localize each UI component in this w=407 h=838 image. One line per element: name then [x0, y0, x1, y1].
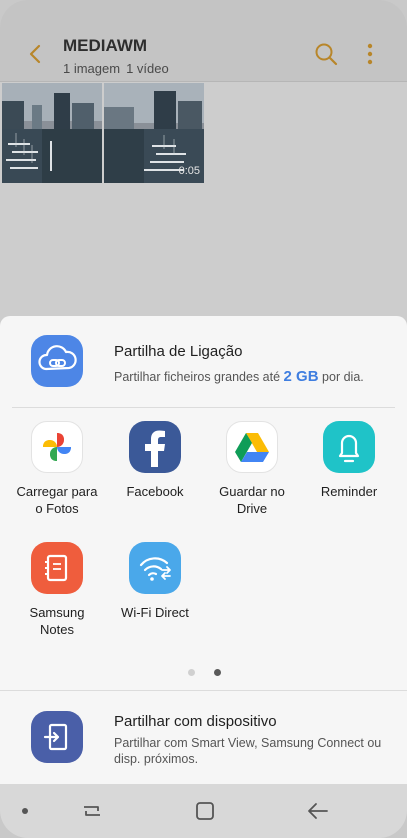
app-label: Carregar para o Fotos: [12, 483, 102, 517]
video-count: 1 vídeo: [126, 61, 169, 76]
chevron-left-icon: [29, 44, 41, 64]
device-share-icon: [31, 711, 83, 763]
back-button[interactable]: [22, 40, 50, 68]
nav-pin-dot[interactable]: [22, 808, 28, 814]
share-sheet: Partilha de Ligação Partilhar ficheiros …: [0, 316, 407, 784]
media-grid: 0:05: [2, 83, 204, 183]
link-share-size: 2 GB: [283, 368, 319, 385]
app-label-line1: Facebook: [126, 484, 184, 499]
app-label-line2: Notes: [40, 622, 74, 637]
reminder-bell-icon: [323, 421, 375, 473]
divider: [12, 407, 395, 408]
app-wifi-direct[interactable]: Wi-Fi Direct: [110, 542, 200, 621]
samsung-notes-icon: [31, 542, 83, 594]
app-bar: MEDIAWM 1 imagem 1 vídeo: [0, 0, 407, 82]
album-subtitle: 1 imagem 1 vídeo: [63, 61, 169, 76]
link-share-desc-prefix: Partilhar ficheiros grandes até: [114, 370, 281, 384]
app-reminder[interactable]: Reminder: [304, 421, 394, 500]
app-label-line1: Guardar no: [219, 484, 285, 499]
image-thumbnail[interactable]: [2, 83, 102, 183]
app-label-line1: Carregar para: [16, 484, 98, 499]
device-share-title: Partilhar com dispositivo: [114, 713, 277, 730]
video-duration: 0:05: [178, 165, 200, 177]
app-label: Reminder: [304, 483, 394, 500]
link-share-desc-suffix: por dia.: [322, 370, 364, 384]
search-icon: [315, 43, 338, 66]
facebook-icon: [129, 421, 181, 473]
page-indicator: [188, 669, 221, 676]
app-label: Guardar no Drive: [207, 483, 297, 517]
recent-apps-icon: [84, 806, 100, 816]
app-label-line2: o Fotos: [35, 501, 79, 516]
marina-photo: [2, 83, 102, 183]
page-dot-active[interactable]: [214, 669, 221, 676]
nav-back-button[interactable]: [306, 799, 330, 823]
image-count: 1 imagem: [63, 61, 121, 76]
video-thumbnail[interactable]: 0:05: [104, 83, 204, 183]
app-google-photos[interactable]: Carregar para o Fotos: [12, 421, 102, 517]
google-photos-icon: [31, 421, 83, 473]
search-button[interactable]: [313, 41, 339, 67]
page-dot[interactable]: [188, 669, 195, 676]
link-share-title: Partilha de Ligação: [114, 343, 243, 360]
google-drive-icon: [226, 421, 278, 473]
back-arrow-icon: [308, 803, 328, 819]
app-label: Samsung Notes: [12, 604, 102, 638]
app-label-line1: Samsung: [29, 605, 85, 620]
album-title: MEDIAWM: [63, 36, 148, 55]
wifi-direct-icon: [129, 542, 181, 594]
share-with-device-option[interactable]: Partilhar com dispositivo Partilhar com …: [0, 691, 407, 784]
link-share-icon: [31, 335, 83, 387]
link-share-description: Partilhar ficheiros grandes até 2 GB por…: [114, 368, 364, 385]
recent-apps-button[interactable]: [80, 799, 104, 823]
app-label-line1: Reminder: [320, 484, 378, 499]
app-samsung-notes[interactable]: Samsung Notes: [12, 542, 102, 638]
phone-screen: MEDIAWM 1 imagem 1 vídeo 0:05 Partilha d…: [0, 0, 407, 838]
app-google-drive[interactable]: Guardar no Drive: [207, 421, 297, 517]
device-share-description: Partilhar com Smart View, Samsung Connec…: [114, 736, 382, 766]
more-options-button[interactable]: [360, 41, 380, 67]
home-icon: [196, 802, 214, 820]
app-facebook[interactable]: Facebook: [110, 421, 200, 500]
link-share-option[interactable]: Partilha de Ligação Partilhar ficheiros …: [0, 316, 407, 406]
home-button[interactable]: [193, 799, 217, 823]
more-vertical-icon: [367, 43, 373, 65]
app-label: Wi-Fi Direct: [110, 604, 200, 621]
app-label: Facebook: [110, 483, 200, 500]
app-label-line1: Wi-Fi Direct: [121, 605, 189, 620]
navigation-bar: [0, 784, 407, 838]
app-label-line2: Drive: [236, 501, 268, 516]
